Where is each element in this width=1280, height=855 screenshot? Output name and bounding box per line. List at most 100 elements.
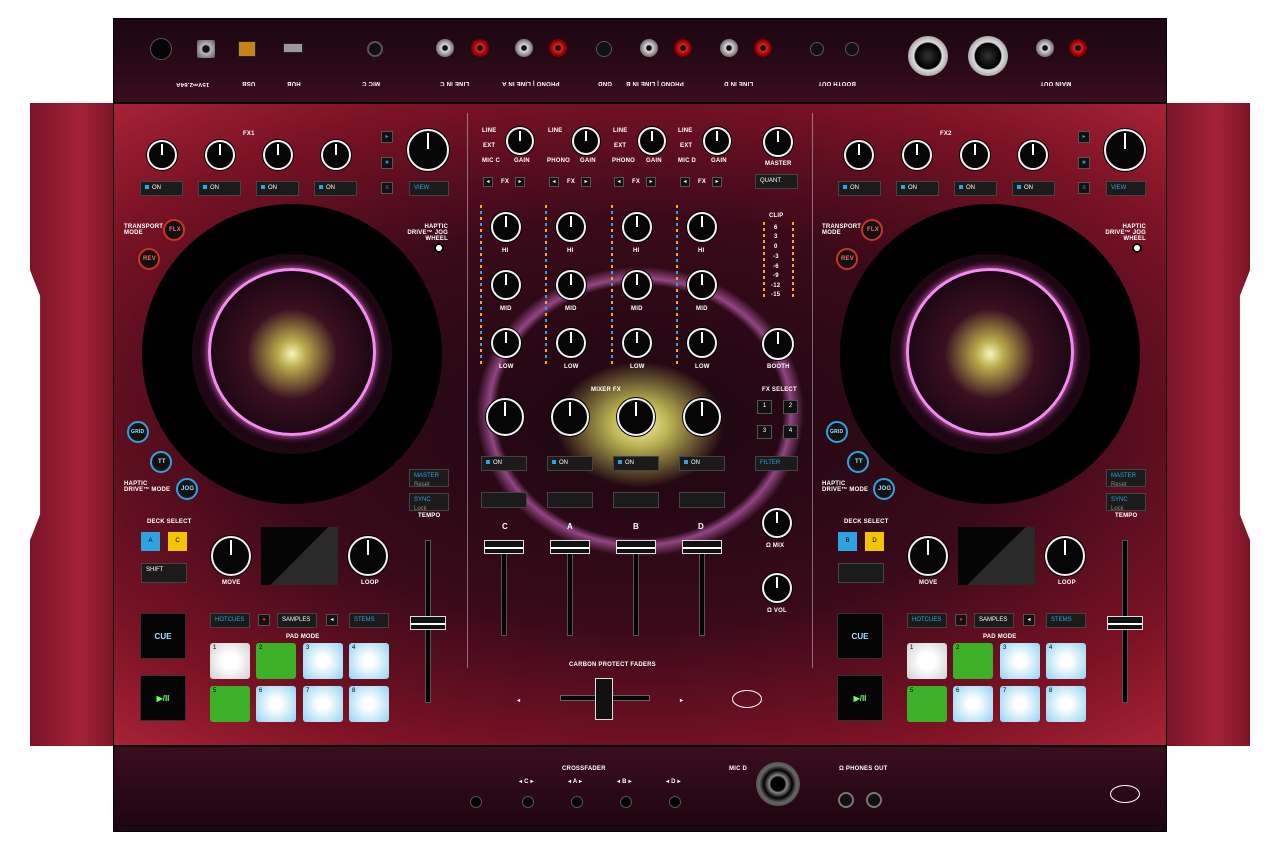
eq-low-knob[interactable] [556, 328, 586, 358]
eq-low-knob[interactable] [687, 328, 717, 358]
fx-next-button[interactable]: ▸ [712, 177, 722, 187]
browse-icon[interactable]: ≡ [1078, 182, 1090, 194]
fx-prev-button[interactable]: ◂ [483, 177, 493, 187]
flx-button[interactable]: FLX [861, 219, 883, 241]
loop-encoder[interactable] [1045, 536, 1085, 576]
play-small-icon[interactable]: ▸ [381, 131, 393, 143]
channel-fader-cap[interactable] [682, 540, 722, 554]
pad[interactable]: 3 [1000, 643, 1040, 679]
hotcues-button[interactable]: HOTCUES [907, 613, 947, 628]
eq-mid-knob[interactable] [556, 270, 586, 300]
mixer-fx-on-button[interactable]: ON [679, 456, 725, 471]
quant-button[interactable]: QUANT [755, 174, 798, 189]
pad[interactable]: 8 [1046, 686, 1086, 722]
fx-knob[interactable] [321, 140, 351, 170]
fx-knob[interactable] [960, 140, 990, 170]
grid-button[interactable]: GRID [826, 421, 848, 443]
fx-select-button[interactable]: 3 [757, 425, 772, 439]
samples-button[interactable]: SAMPLES [277, 613, 317, 628]
fx-knob[interactable] [844, 140, 874, 170]
fx-prev-button[interactable]: ◂ [614, 177, 624, 187]
fx-on-button[interactable]: ON [140, 181, 183, 196]
pad[interactable]: 7 [303, 686, 343, 722]
tt-button[interactable]: TT [847, 451, 869, 473]
hotcues-button[interactable]: HOTCUES [210, 613, 250, 628]
assign-switch[interactable] [620, 796, 632, 808]
fx-on-button[interactable]: ON [256, 181, 299, 196]
channel-fader-cap[interactable] [484, 540, 524, 554]
eq-hi-knob[interactable] [491, 212, 521, 242]
gain-knob[interactable] [572, 127, 600, 155]
assign-switch[interactable] [571, 796, 583, 808]
star-icon[interactable]: ★ [381, 157, 393, 169]
pad[interactable]: 3 [303, 643, 343, 679]
fx-knob[interactable] [205, 140, 235, 170]
touch-strip[interactable] [261, 527, 338, 585]
tempo-fader-cap[interactable] [1107, 616, 1143, 630]
fx-select-button[interactable]: 4 [783, 425, 798, 439]
deck-a-button[interactable]: A [141, 532, 160, 551]
view-button[interactable]: VIEW [1106, 181, 1146, 196]
flx-button[interactable]: FLX [163, 219, 185, 241]
master-knob[interactable] [763, 127, 793, 157]
cue-button[interactable]: CUE [140, 613, 186, 659]
eq-mid-knob[interactable] [687, 270, 717, 300]
stems-button[interactable]: STEMS [349, 613, 389, 628]
gain-knob[interactable] [506, 127, 534, 155]
samples-button[interactable]: SAMPLES [974, 613, 1014, 628]
assign-switch[interactable] [470, 796, 482, 808]
rev-button[interactable]: REV [138, 248, 160, 270]
pad[interactable]: 5 [907, 686, 947, 722]
tt-button[interactable]: TT [150, 451, 172, 473]
mixer-fx-knob[interactable] [551, 398, 589, 436]
pad[interactable]: 1 [907, 643, 947, 679]
pad[interactable]: 1 [210, 643, 250, 679]
fx-prev-button[interactable]: ◂ [549, 177, 559, 187]
shift-button[interactable]: SHIFT [141, 563, 187, 583]
eq-hi-knob[interactable] [687, 212, 717, 242]
touch-strip[interactable] [958, 527, 1035, 585]
browse-encoder[interactable] [407, 129, 449, 171]
fx-on-button[interactable]: ON [198, 181, 241, 196]
play-pause-button[interactable]: ▶/II [140, 675, 186, 721]
pad[interactable]: 7 [1000, 686, 1040, 722]
fx-on-button[interactable]: ON [838, 181, 881, 196]
grid-button[interactable]: GRID [127, 421, 149, 443]
crossfader-cap[interactable] [595, 678, 613, 720]
cue-vol-knob[interactable] [762, 573, 792, 603]
shift-button[interactable] [838, 563, 884, 583]
speaker-icon[interactable]: ◂ [1023, 614, 1035, 626]
mixer-fx-on-button[interactable]: ON [481, 456, 527, 471]
eq-low-knob[interactable] [622, 328, 652, 358]
move-encoder[interactable] [908, 536, 948, 576]
mixer-fx-on-button[interactable]: ON [547, 456, 593, 471]
mixer-fx-knob[interactable] [486, 398, 524, 436]
sync-button[interactable]: SYNC Lock [1106, 493, 1146, 512]
channel-fader-cap[interactable] [616, 540, 656, 554]
eq-hi-knob[interactable] [622, 212, 652, 242]
pad[interactable]: 8 [349, 686, 389, 722]
fx-next-button[interactable]: ▸ [646, 177, 656, 187]
deck-c-button[interactable]: C [168, 532, 187, 551]
filter-button[interactable]: FILTER [755, 456, 798, 471]
view-button[interactable]: VIEW [409, 181, 449, 196]
eq-mid-knob[interactable] [622, 270, 652, 300]
pad[interactable]: 6 [953, 686, 993, 722]
fx-select-button[interactable]: 2 [783, 400, 798, 414]
speaker-icon[interactable]: ◂ [326, 614, 338, 626]
fx-on-button[interactable]: ON [896, 181, 939, 196]
deck-d-button[interactable]: D [865, 532, 884, 551]
mixer-fx-knob[interactable] [683, 398, 721, 436]
deck-b-button[interactable]: B [838, 532, 857, 551]
pad[interactable]: 4 [349, 643, 389, 679]
gain-knob[interactable] [703, 127, 731, 155]
booth-knob[interactable] [762, 328, 794, 360]
gain-knob[interactable] [638, 127, 666, 155]
cue-mix-knob[interactable] [762, 508, 792, 538]
fx-on-button[interactable]: ON [314, 181, 357, 196]
fx-knob[interactable] [263, 140, 293, 170]
tempo-fader-cap[interactable] [410, 616, 446, 630]
record-icon[interactable]: ● [258, 614, 270, 626]
mixer-fx-on-button[interactable]: ON [613, 456, 659, 471]
mixer-fx-knob[interactable] [617, 398, 655, 436]
